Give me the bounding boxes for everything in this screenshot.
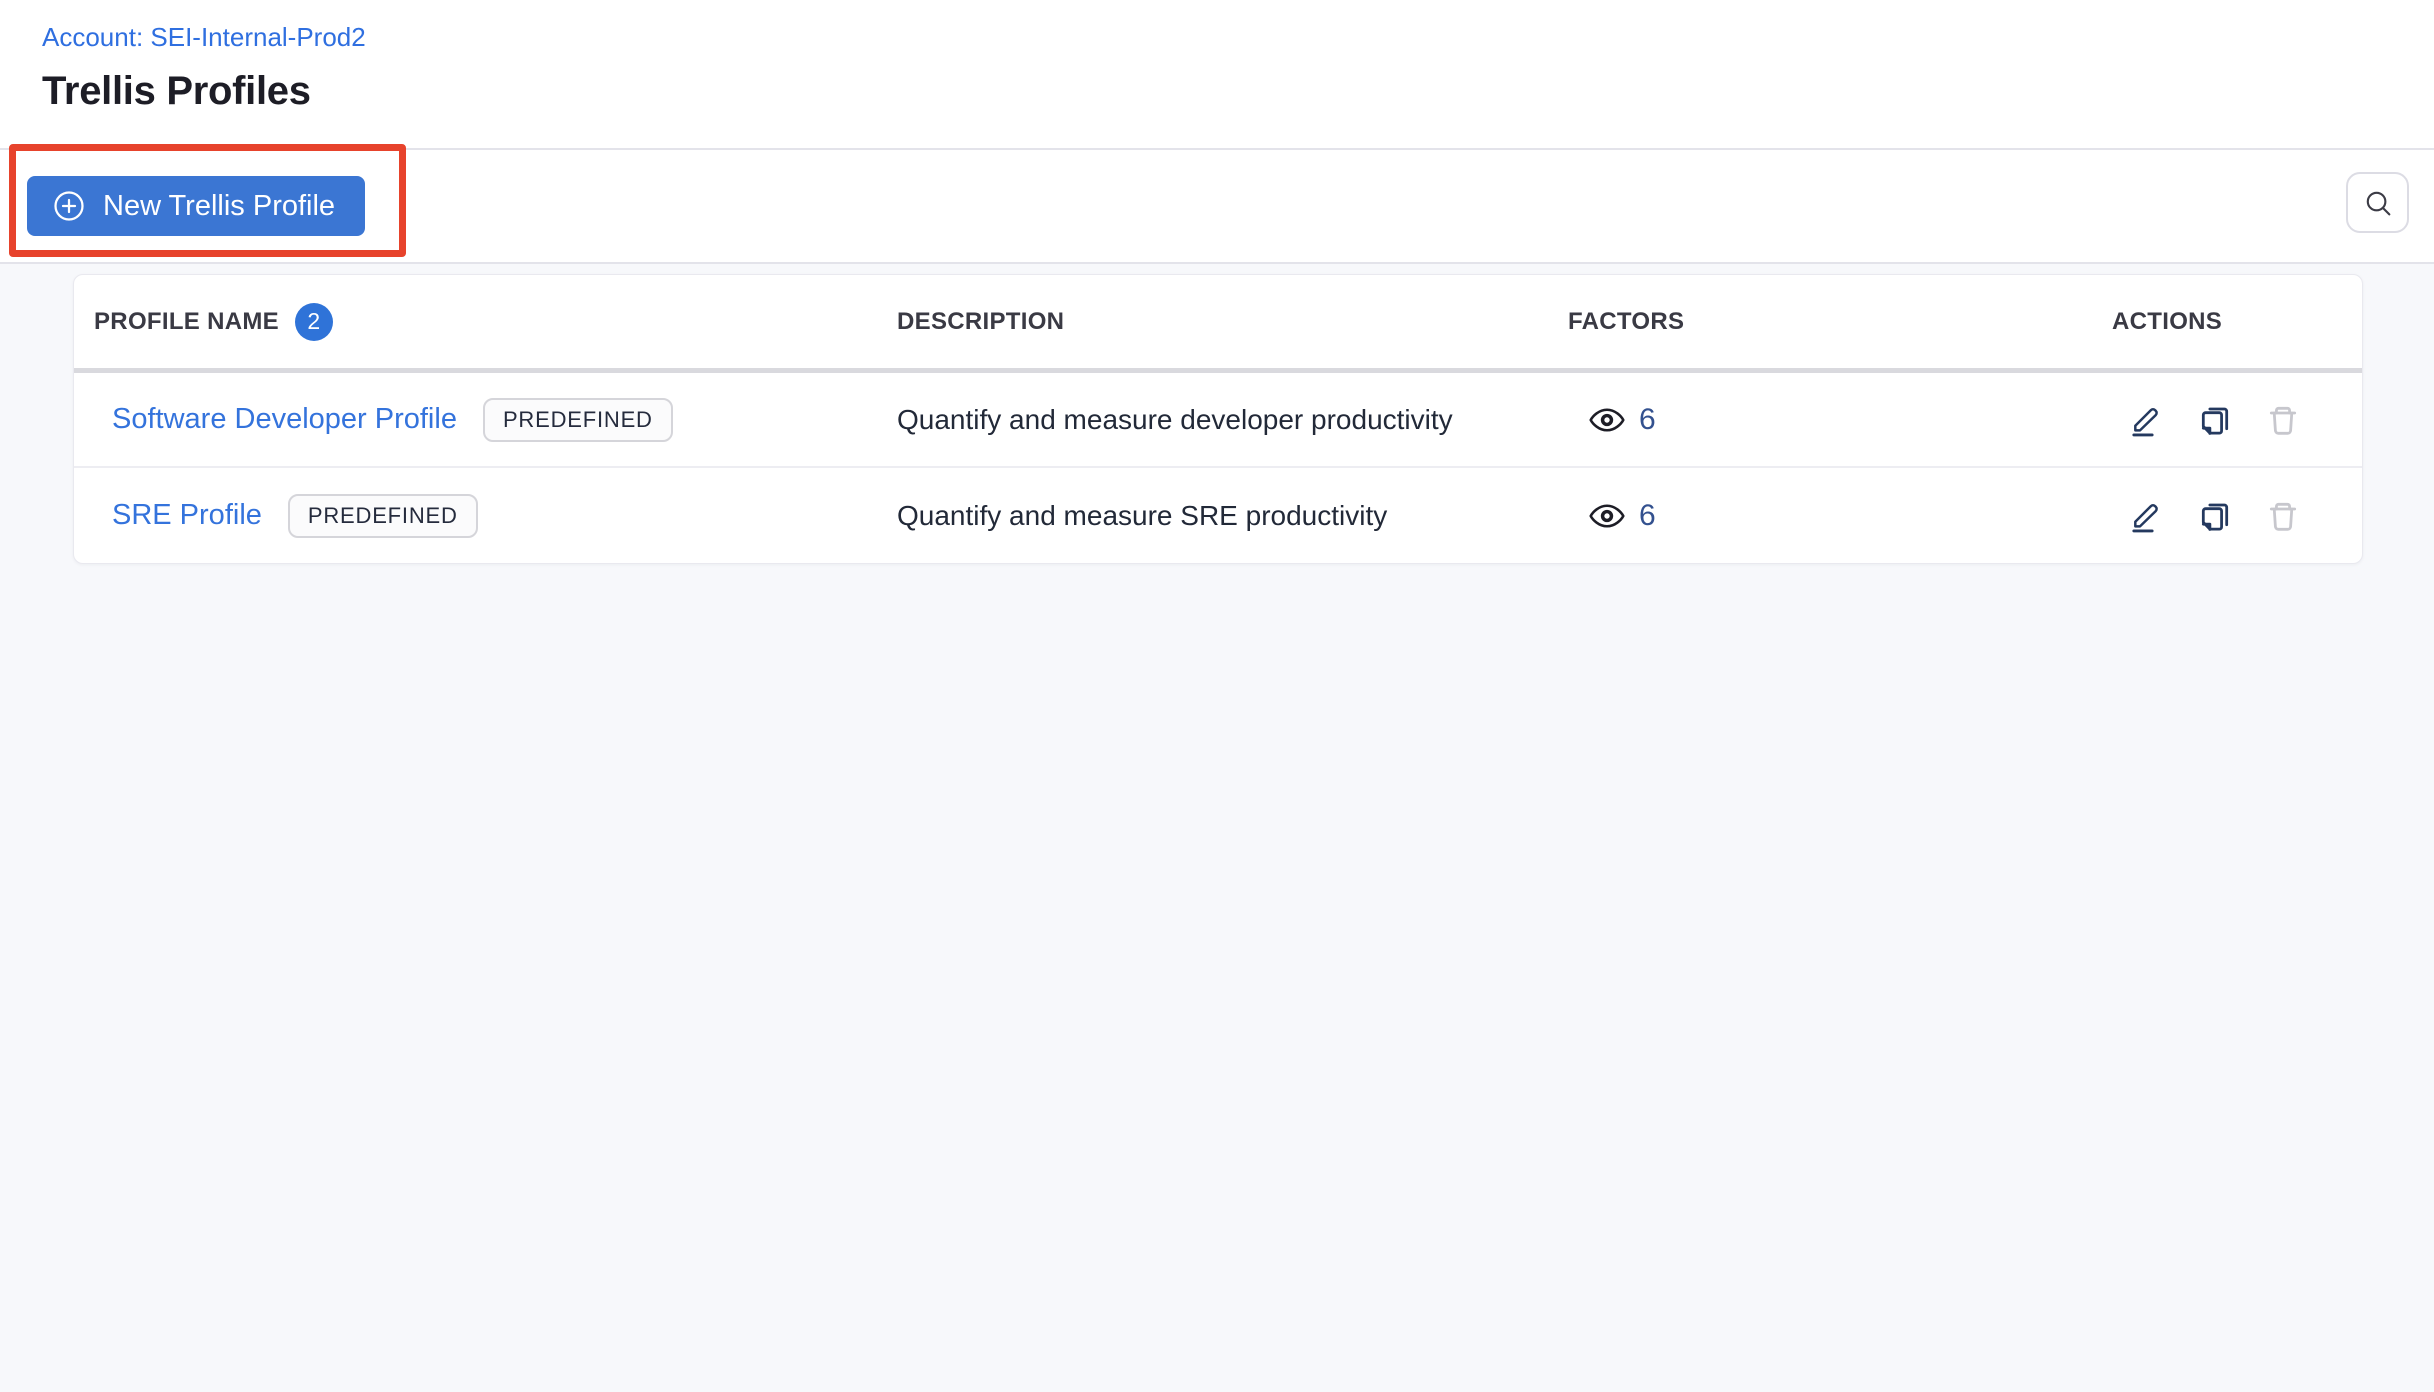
edit-profile-button[interactable] [2128, 497, 2166, 535]
new-trellis-profile-label: New Trellis Profile [103, 189, 336, 222]
search-button[interactable] [2346, 172, 2409, 233]
profile-description: Quantify and measure developer productiv… [897, 403, 1453, 435]
predefined-badge: PREDEFINED [482, 397, 673, 442]
new-trellis-profile-button[interactable]: New Trellis Profile [27, 176, 366, 236]
toolbar: New Trellis Profile [0, 144, 2434, 264]
factors-count: 6 [1639, 498, 1656, 532]
profile-link[interactable]: SRE Profile [112, 499, 262, 532]
factors-count: 6 [1639, 402, 1656, 436]
column-header-profile-name: PROFILE NAME 2 [74, 302, 897, 341]
edit-profile-button[interactable] [2128, 401, 2166, 439]
edit-pencil-icon [2128, 497, 2166, 535]
page-title: Trellis Profiles [42, 69, 311, 113]
eye-icon [1588, 401, 1626, 439]
edit-pencil-icon [2128, 401, 2166, 439]
profile-description: Quantify and measure SRE productivity [897, 499, 1388, 531]
plus-circle-icon [51, 188, 87, 224]
actions-cell [2112, 401, 2362, 439]
predefined-badge: PREDEFINED [287, 493, 478, 538]
clone-profile-button[interactable] [2196, 401, 2234, 439]
copy-icon [2196, 401, 2234, 439]
column-header-factors: FACTORS [1568, 307, 1685, 335]
factors-cell: 6 [1568, 497, 2112, 535]
eye-icon [1588, 497, 1626, 535]
profile-name-cell: SRE Profile PREDEFINED [74, 493, 897, 538]
trellis-profiles-page: Account: SEI-Internal-Prod2 Trellis Prof… [0, 0, 2434, 1392]
clone-profile-button[interactable] [2196, 497, 2234, 535]
search-icon [2361, 186, 2395, 220]
profile-name-header-label: PROFILE NAME [94, 307, 279, 335]
profile-name-cell: Software Developer Profile PREDEFINED [74, 397, 897, 442]
table-row: SRE Profile PREDEFINED Quantify and meas… [74, 468, 2362, 563]
delete-profile-button[interactable] [2264, 497, 2302, 535]
delete-profile-button[interactable] [2264, 401, 2302, 439]
factors-cell: 6 [1568, 401, 2112, 439]
copy-icon [2196, 497, 2234, 535]
column-header-description: DESCRIPTION [897, 307, 1065, 335]
table-row: Software Developer Profile PREDEFINED Qu… [74, 373, 2362, 468]
profiles-table: PROFILE NAME 2 DESCRIPTION FACTORS ACTIO… [73, 274, 2363, 564]
column-header-actions: ACTIONS [2112, 307, 2223, 335]
table-header-row: PROFILE NAME 2 DESCRIPTION FACTORS ACTIO… [74, 275, 2362, 373]
actions-cell [2112, 497, 2362, 535]
profile-link[interactable]: Software Developer Profile [112, 403, 457, 436]
profile-count-badge: 2 [294, 302, 333, 341]
trash-icon [2264, 401, 2302, 439]
content-area: PROFILE NAME 2 DESCRIPTION FACTORS ACTIO… [0, 264, 2434, 1392]
page-header: Account: SEI-Internal-Prod2 Trellis Prof… [0, 0, 2434, 150]
account-breadcrumb-link[interactable]: Account: SEI-Internal-Prod2 [42, 22, 366, 53]
trash-icon [2264, 497, 2302, 535]
